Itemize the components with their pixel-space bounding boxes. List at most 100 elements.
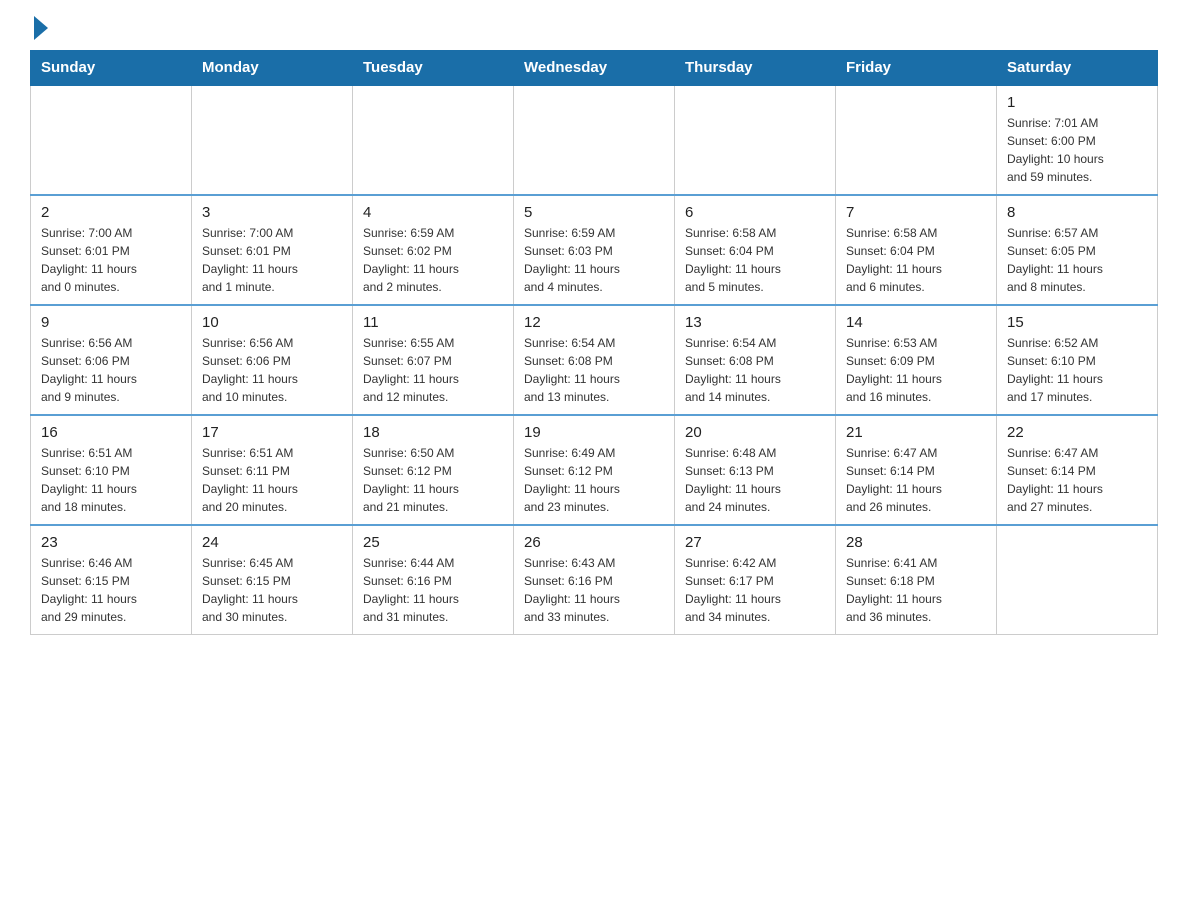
day-number: 24 [202,534,342,551]
calendar-cell: 13 Sunrise: 6:54 AMSunset: 6:08 PMDayligh… [675,305,836,415]
day-info: Sunrise: 6:42 AMSunset: 6:17 PMDaylight:… [685,554,825,626]
calendar-cell [514,85,675,195]
calendar-week-row: 9 Sunrise: 6:56 AMSunset: 6:06 PMDaylight… [31,305,1158,415]
weekday-header-friday: Friday [836,51,997,86]
day-info: Sunrise: 6:48 AMSunset: 6:13 PMDaylight:… [685,444,825,516]
calendar-cell: 9 Sunrise: 6:56 AMSunset: 6:06 PMDaylight… [31,305,192,415]
calendar-cell: 22 Sunrise: 6:47 AMSunset: 6:14 PMDayligh… [997,415,1158,525]
day-number: 25 [363,534,503,551]
day-number: 21 [846,424,986,441]
calendar-cell [997,525,1158,635]
calendar-cell: 19Sunrise: 6:49 AMSunset: 6:12 PMDayligh… [514,415,675,525]
day-info: Sunrise: 6:53 AMSunset: 6:09 PMDaylight:… [846,334,986,406]
calendar-cell: 21 Sunrise: 6:47 AMSunset: 6:14 PMDayligh… [836,415,997,525]
day-info: Sunrise: 6:56 AMSunset: 6:06 PMDaylight:… [202,334,342,406]
calendar-cell: 23Sunrise: 6:46 AMSunset: 6:15 PMDayligh… [31,525,192,635]
day-number: 14 [846,314,986,331]
day-number: 6 [685,204,825,221]
day-number: 27 [685,534,825,551]
day-info: Sunrise: 6:55 AMSunset: 6:07 PMDaylight:… [363,334,503,406]
day-info: Sunrise: 6:47 AMSunset: 6:14 PMDaylight:… [1007,444,1147,516]
day-info: Sunrise: 6:51 AMSunset: 6:10 PMDaylight:… [41,444,181,516]
calendar-header-row: SundayMondayTuesdayWednesdayThursdayFrid… [31,51,1158,86]
calendar-cell: 24 Sunrise: 6:45 AMSunset: 6:15 PMDayligh… [192,525,353,635]
day-info: Sunrise: 6:47 AMSunset: 6:14 PMDaylight:… [846,444,986,516]
day-info: Sunrise: 7:01 AMSunset: 6:00 PMDaylight:… [1007,114,1147,186]
calendar-cell: 20 Sunrise: 6:48 AMSunset: 6:13 PMDayligh… [675,415,836,525]
calendar-cell: 2Sunrise: 7:00 AMSunset: 6:01 PMDaylight… [31,195,192,305]
calendar-cell: 18 Sunrise: 6:50 AMSunset: 6:12 PMDayligh… [353,415,514,525]
weekday-header-wednesday: Wednesday [514,51,675,86]
day-number: 28 [846,534,986,551]
day-number: 18 [363,424,503,441]
day-info: Sunrise: 6:57 AMSunset: 6:05 PMDaylight:… [1007,224,1147,296]
calendar-cell: 16 Sunrise: 6:51 AMSunset: 6:10 PMDayligh… [31,415,192,525]
day-number: 10 [202,314,342,331]
day-info: Sunrise: 6:58 AMSunset: 6:04 PMDaylight:… [846,224,986,296]
calendar-cell: 28 Sunrise: 6:41 AMSunset: 6:18 PMDayligh… [836,525,997,635]
logo [30,20,48,40]
calendar-week-row: 2Sunrise: 7:00 AMSunset: 6:01 PMDaylight… [31,195,1158,305]
calendar-cell: 25 Sunrise: 6:44 AMSunset: 6:16 PMDayligh… [353,525,514,635]
weekday-header-sunday: Sunday [31,51,192,86]
day-info: Sunrise: 7:00 AMSunset: 6:01 PMDaylight:… [202,224,342,296]
day-info: Sunrise: 6:43 AMSunset: 6:16 PMDaylight:… [524,554,664,626]
day-number: 13 [685,314,825,331]
day-number: 9 [41,314,181,331]
calendar-week-row: 16 Sunrise: 6:51 AMSunset: 6:10 PMDayligh… [31,415,1158,525]
day-info: Sunrise: 6:56 AMSunset: 6:06 PMDaylight:… [41,334,181,406]
day-info: Sunrise: 6:58 AMSunset: 6:04 PMDaylight:… [685,224,825,296]
day-number: 17 [202,424,342,441]
calendar-week-row: 1 Sunrise: 7:01 AMSunset: 6:00 PMDaylight… [31,85,1158,195]
day-info: Sunrise: 7:00 AMSunset: 6:01 PMDaylight:… [41,224,181,296]
calendar-cell [675,85,836,195]
day-info: Sunrise: 6:50 AMSunset: 6:12 PMDaylight:… [363,444,503,516]
day-number: 26 [524,534,664,551]
day-info: Sunrise: 6:51 AMSunset: 6:11 PMDaylight:… [202,444,342,516]
day-number: 1 [1007,94,1147,111]
day-info: Sunrise: 6:59 AMSunset: 6:02 PMDaylight:… [363,224,503,296]
calendar-cell: 8 Sunrise: 6:57 AMSunset: 6:05 PMDaylight… [997,195,1158,305]
day-number: 4 [363,204,503,221]
day-number: 23 [41,534,181,551]
day-number: 3 [202,204,342,221]
calendar-cell [192,85,353,195]
calendar-cell: 11Sunrise: 6:55 AMSunset: 6:07 PMDayligh… [353,305,514,415]
calendar-table: SundayMondayTuesdayWednesdayThursdayFrid… [30,50,1158,635]
calendar-week-row: 23Sunrise: 6:46 AMSunset: 6:15 PMDayligh… [31,525,1158,635]
calendar-cell: 14 Sunrise: 6:53 AMSunset: 6:09 PMDayligh… [836,305,997,415]
day-number: 20 [685,424,825,441]
calendar-cell: 4 Sunrise: 6:59 AMSunset: 6:02 PMDaylight… [353,195,514,305]
weekday-header-thursday: Thursday [675,51,836,86]
day-info: Sunrise: 6:45 AMSunset: 6:15 PMDaylight:… [202,554,342,626]
calendar-cell: 26 Sunrise: 6:43 AMSunset: 6:16 PMDayligh… [514,525,675,635]
calendar-cell: 12 Sunrise: 6:54 AMSunset: 6:08 PMDayligh… [514,305,675,415]
day-info: Sunrise: 6:54 AMSunset: 6:08 PMDaylight:… [685,334,825,406]
calendar-cell [353,85,514,195]
calendar-cell [31,85,192,195]
day-info: Sunrise: 6:41 AMSunset: 6:18 PMDaylight:… [846,554,986,626]
day-number: 5 [524,204,664,221]
weekday-header-monday: Monday [192,51,353,86]
calendar-cell: 5 Sunrise: 6:59 AMSunset: 6:03 PMDaylight… [514,195,675,305]
day-number: 19 [524,424,664,441]
logo-arrow-icon [34,16,48,40]
calendar-cell [836,85,997,195]
calendar-cell: 17 Sunrise: 6:51 AMSunset: 6:11 PMDayligh… [192,415,353,525]
calendar-cell: 6 Sunrise: 6:58 AMSunset: 6:04 PMDaylight… [675,195,836,305]
day-info: Sunrise: 6:52 AMSunset: 6:10 PMDaylight:… [1007,334,1147,406]
calendar-cell: 10 Sunrise: 6:56 AMSunset: 6:06 PMDayligh… [192,305,353,415]
day-number: 16 [41,424,181,441]
calendar-cell: 15 Sunrise: 6:52 AMSunset: 6:10 PMDayligh… [997,305,1158,415]
calendar-cell: 3 Sunrise: 7:00 AMSunset: 6:01 PMDaylight… [192,195,353,305]
calendar-cell: 7Sunrise: 6:58 AMSunset: 6:04 PMDaylight… [836,195,997,305]
day-number: 12 [524,314,664,331]
day-number: 15 [1007,314,1147,331]
calendar-cell: 1 Sunrise: 7:01 AMSunset: 6:00 PMDaylight… [997,85,1158,195]
day-info: Sunrise: 6:54 AMSunset: 6:08 PMDaylight:… [524,334,664,406]
day-number: 22 [1007,424,1147,441]
day-info: Sunrise: 6:59 AMSunset: 6:03 PMDaylight:… [524,224,664,296]
day-number: 8 [1007,204,1147,221]
day-info: Sunrise: 6:44 AMSunset: 6:16 PMDaylight:… [363,554,503,626]
page-header [30,20,1158,40]
